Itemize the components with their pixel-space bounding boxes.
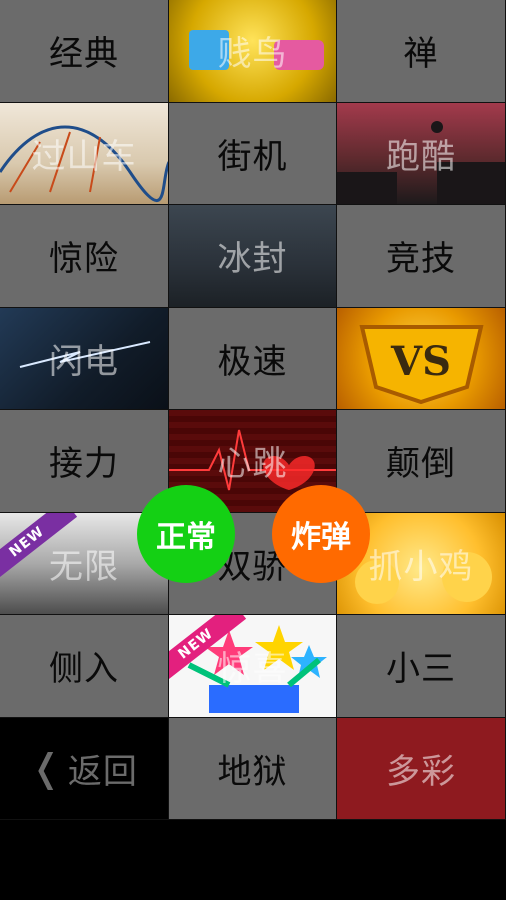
tile-label: 惊险 [49, 239, 119, 280]
tile-upside-down[interactable]: 颠倒 [337, 410, 506, 513]
tile-label: 贱鸟 [217, 34, 288, 75]
tile-lightning[interactable]: 闪电 [0, 307, 169, 410]
tile-label: 心跳 [217, 444, 288, 485]
tile-cheap-bird[interactable]: 贱鸟 [169, 0, 337, 103]
tile-relay[interactable]: 接力 [0, 410, 169, 513]
tile-classic[interactable]: 经典 [0, 0, 169, 103]
tile-label: 竞技 [386, 239, 456, 280]
tile-side-entry[interactable]: 侧入 [0, 615, 169, 718]
tile-label: 接力 [49, 444, 119, 485]
tile-label: 无限 [49, 546, 119, 587]
normal-mode-label: 正常 [156, 520, 216, 555]
tile-label: 闪电 [49, 341, 119, 382]
tile-coaster[interactable]: 过山车 [0, 102, 169, 205]
tile-label: 惊喜 [217, 649, 288, 690]
tile-label: 侧入 [49, 649, 119, 690]
tile-label: 地狱 [217, 751, 288, 792]
tile-label: 冰封 [217, 239, 288, 280]
tile-thrill[interactable]: 惊险 [0, 205, 169, 308]
tile-label: 多彩 [386, 751, 456, 792]
bomb-mode-button[interactable]: 炸弹 [272, 485, 370, 583]
tile-arcade[interactable]: 街机 [169, 102, 337, 205]
tile-label: 极速 [217, 341, 288, 382]
chevron-left-icon: ❬ [30, 746, 62, 791]
back-label: 返回 [67, 751, 138, 792]
tile-colorful[interactable]: 多彩 [337, 717, 506, 820]
back-button[interactable]: ❬ 返回 [0, 717, 169, 820]
tile-competitive[interactable]: 竞技 [337, 205, 506, 308]
tile-frozen[interactable]: 冰封 [169, 205, 337, 308]
tile-vs[interactable]: VS VS [337, 307, 506, 410]
tile-label: 禅 [403, 34, 439, 75]
tile-label: 颠倒 [386, 444, 456, 485]
normal-mode-button[interactable]: 正常 [137, 485, 235, 583]
tile-zen[interactable]: 禅 [337, 0, 506, 103]
tile-label: 小三 [386, 649, 456, 690]
bomb-mode-label: 炸弹 [291, 520, 351, 555]
tile-hell[interactable]: 地狱 [169, 717, 337, 820]
tile-label: 街机 [217, 136, 288, 177]
tile-surprise[interactable]: NEW 惊喜 [169, 615, 337, 718]
mode-grid: 经典 贱鸟 禅 过山车 街机 跑酷 惊险 冰封 竞技 闪电 极速 VS 接力 心… [0, 0, 506, 820]
tile-third[interactable]: 小三 [337, 615, 506, 718]
tile-label: 经典 [49, 34, 119, 75]
tile-label: 跑酷 [386, 136, 456, 177]
tile-label: 抓小鸡 [368, 546, 474, 587]
tile-speed[interactable]: 极速 [169, 307, 337, 410]
tile-parkour[interactable]: 跑酷 [337, 102, 506, 205]
tile-label: 过山车 [31, 136, 137, 177]
